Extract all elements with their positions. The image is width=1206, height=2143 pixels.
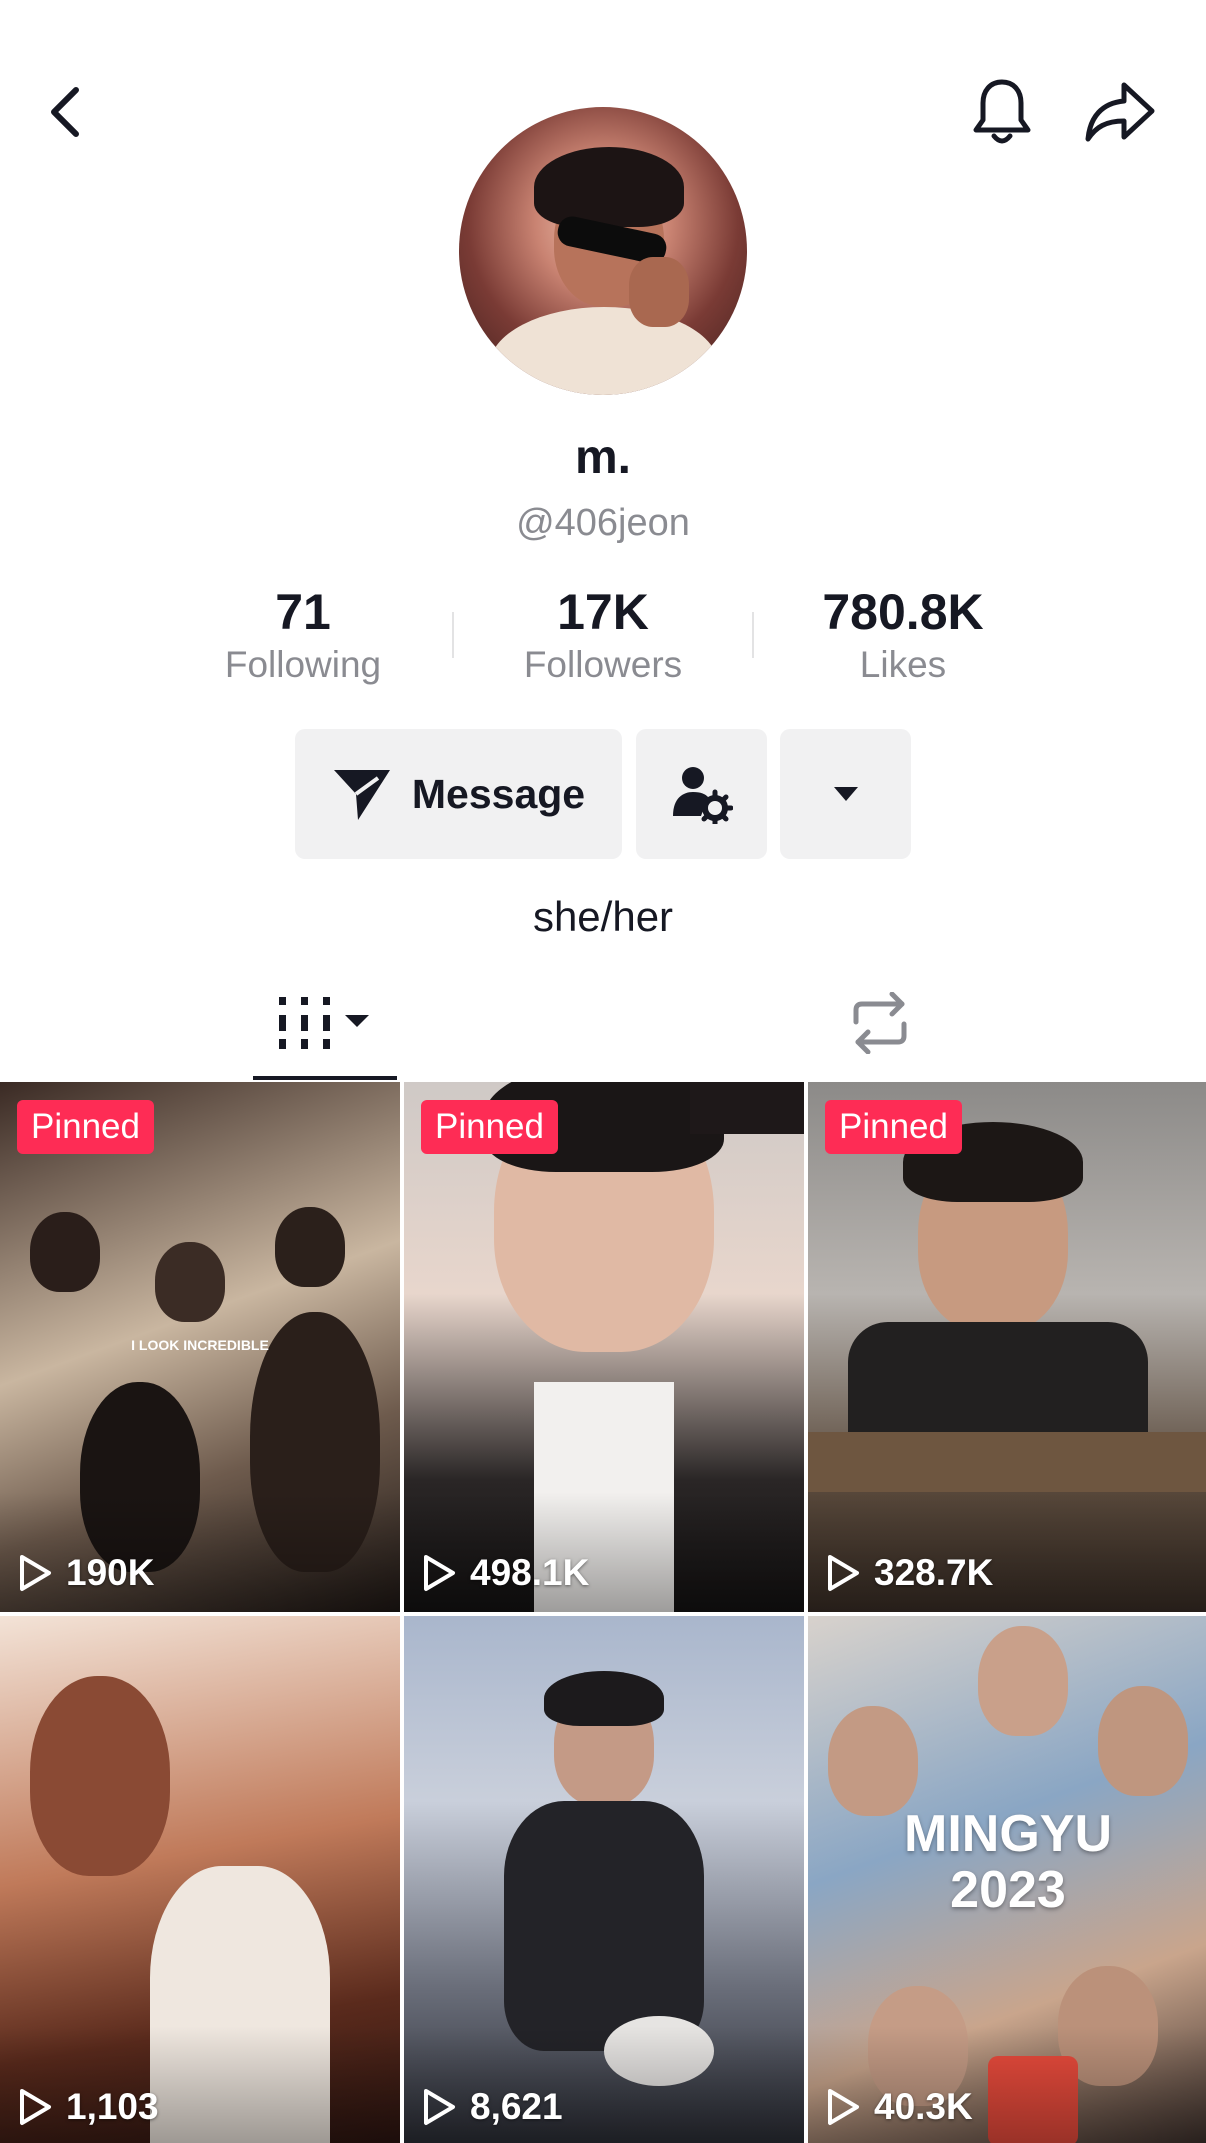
followers-count: 17K xyxy=(557,584,649,640)
play-icon xyxy=(828,2089,859,2125)
video-tile[interactable]: 1,103 xyxy=(0,1616,400,2143)
pinned-badge: Pinned xyxy=(421,1100,558,1154)
stat-followers[interactable]: 17K Followers xyxy=(453,584,753,690)
repost-icon xyxy=(853,992,907,1054)
likes-label: Likes xyxy=(859,644,947,685)
bio: she/her xyxy=(532,893,674,940)
tab-reposts[interactable] xyxy=(800,970,960,1076)
thumbnail-figure xyxy=(155,1242,225,1322)
view-count-text: 328.7K xyxy=(874,1552,994,1593)
view-count-text: 498.1K xyxy=(470,1552,590,1593)
display-name: m. xyxy=(574,431,631,484)
chevron-left-icon xyxy=(51,87,79,137)
thumbnail-corner xyxy=(690,1082,804,1134)
video-tile[interactable]: Pinned 328.7K xyxy=(808,1082,1206,1612)
video-tile[interactable]: 8,621 xyxy=(404,1616,804,2143)
view-count-text: 190K xyxy=(66,1552,155,1593)
thumbnail-hair xyxy=(544,1671,664,1726)
profile-settings-button[interactable] xyxy=(636,729,767,859)
view-count-text: 1,103 xyxy=(66,2086,159,2127)
overlay-line-2: 2023 xyxy=(950,1861,1066,1919)
thumbnail-railing xyxy=(808,1432,1206,1492)
notifications-button[interactable] xyxy=(962,72,1042,152)
profile-stats: 71 Following 17K Followers 780.8K Likes xyxy=(0,584,1206,694)
back-button[interactable] xyxy=(26,72,106,152)
pinned-badge: Pinned xyxy=(825,1100,962,1154)
thumbnail-face xyxy=(828,1706,918,1816)
avatar-shirt xyxy=(489,307,719,395)
pinned-badge: Pinned xyxy=(17,1100,154,1154)
view-count: 328.7K xyxy=(826,1548,993,1598)
message-label: Message xyxy=(411,770,586,817)
share-button[interactable] xyxy=(1080,72,1160,152)
active-tab-indicator xyxy=(253,1076,397,1080)
view-count: 190K xyxy=(18,1548,154,1598)
play-icon xyxy=(424,1555,455,1591)
tab-videos[interactable] xyxy=(253,970,397,1076)
stat-following[interactable]: 71 Following xyxy=(153,584,453,690)
content-tabs xyxy=(0,970,1206,1080)
share-arrow-icon xyxy=(1085,82,1155,142)
more-options-button[interactable] xyxy=(780,729,911,859)
thumbnail-shirt xyxy=(848,1322,1148,1432)
view-count: 8,621 xyxy=(422,2082,563,2132)
message-button[interactable]: Message xyxy=(295,729,622,859)
thumbnail-body xyxy=(504,1801,704,2051)
avatar-hair xyxy=(534,147,684,227)
thumbnail-face xyxy=(978,1626,1068,1736)
video-tile[interactable]: MINGYU 2023 40.3K xyxy=(808,1616,1206,2143)
play-icon xyxy=(828,1555,859,1591)
avatar-hand xyxy=(629,257,689,327)
view-count: 498.1K xyxy=(422,1548,589,1598)
caret-down-icon xyxy=(833,787,858,801)
thumbnail-face xyxy=(1098,1686,1188,1796)
thumbnail-figure xyxy=(30,1212,100,1292)
bell-icon xyxy=(973,79,1031,144)
video-overlay-text: I LOOK INCREDIBLE xyxy=(131,1337,269,1353)
following-label: Following xyxy=(224,644,382,685)
stat-likes[interactable]: 780.8K Likes xyxy=(753,584,1053,690)
avatar[interactable] xyxy=(459,107,747,395)
video-tile[interactable]: Pinned 498.1K xyxy=(404,1082,804,1612)
view-count: 1,103 xyxy=(18,2082,159,2132)
view-count-text: 40.3K xyxy=(874,2086,973,2127)
play-icon xyxy=(20,2089,51,2125)
person-gear-icon xyxy=(672,767,733,824)
play-icon xyxy=(424,2089,455,2125)
video-overlay-title: MINGYU 2023 xyxy=(808,1806,1206,1918)
video-tile[interactable]: I LOOK INCREDIBLE Pinned 190K xyxy=(0,1082,400,1612)
following-count: 71 xyxy=(275,584,331,640)
grid-columns-icon xyxy=(279,997,369,1049)
paper-plane-icon xyxy=(333,770,390,820)
likes-count: 780.8K xyxy=(822,584,984,640)
thumbnail-face xyxy=(30,1676,170,1876)
thumbnail-figure xyxy=(275,1207,345,1287)
play-icon xyxy=(20,1555,51,1591)
overlay-line-1: MINGYU xyxy=(904,1805,1112,1863)
username-handle: @406jeon xyxy=(516,502,690,544)
followers-label: Followers xyxy=(523,644,683,685)
video-grid: I LOOK INCREDIBLE Pinned 190K Pinned 498… xyxy=(0,1082,1206,2143)
view-count: 40.3K xyxy=(826,2082,973,2132)
view-count-text: 8,621 xyxy=(470,2086,563,2127)
